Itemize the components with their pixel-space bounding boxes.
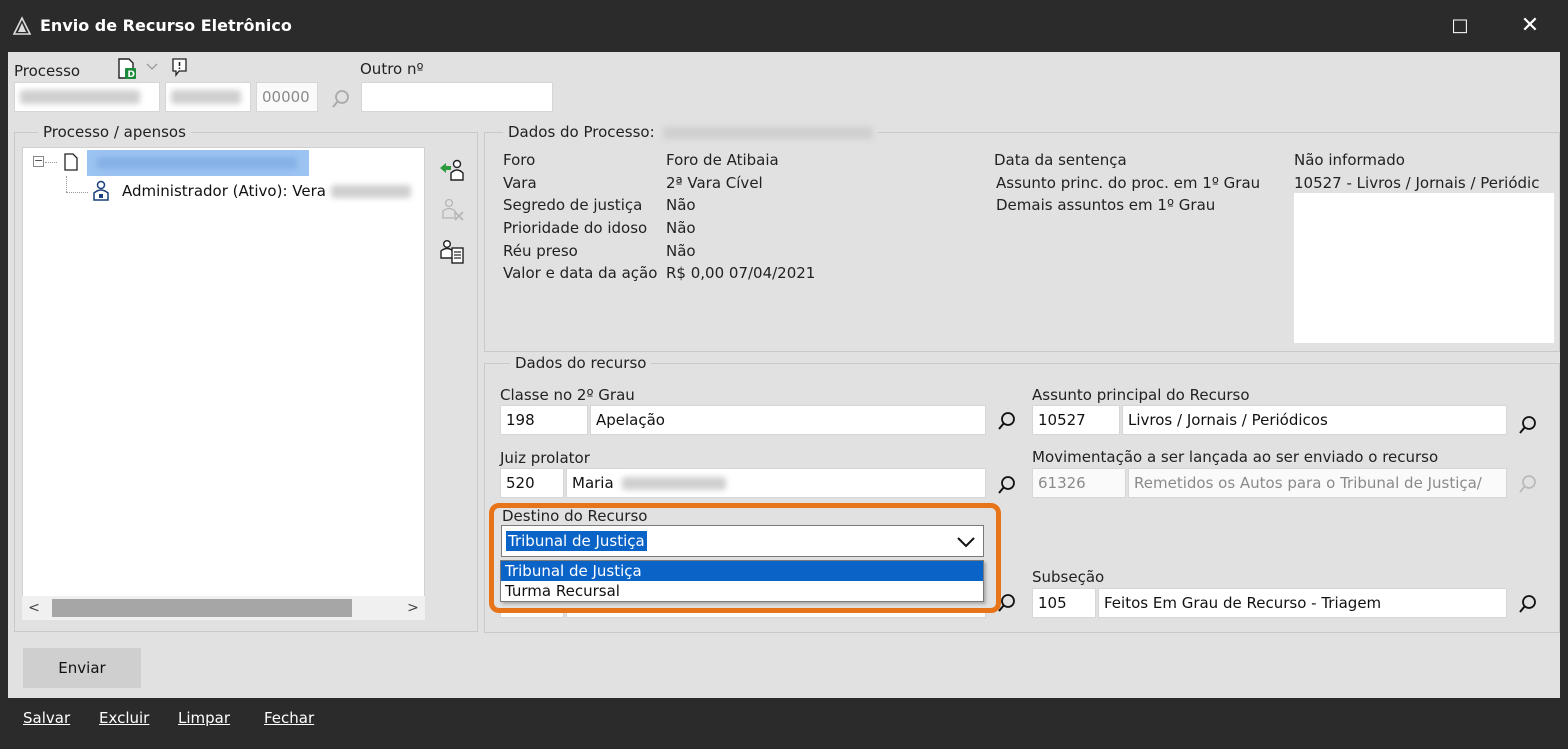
- data-sentenca-value: Não informado: [1294, 151, 1405, 169]
- excluir-button[interactable]: Excluir: [99, 709, 149, 727]
- assunto-recurso-label: Assunto principal do Recurso: [1032, 386, 1250, 404]
- reu-preso-label: Réu preso: [503, 242, 578, 260]
- data-sentenca-label: Data da sentença: [994, 151, 1127, 169]
- salvar-label: Salvar: [23, 709, 71, 727]
- demais-assuntos-label: Demais assuntos em 1º Grau: [996, 196, 1216, 214]
- subsecao-code-input[interactable]: 105: [1032, 588, 1096, 618]
- juiz-name-input[interactable]: Maria: [566, 468, 986, 498]
- prioridade-label: Prioridade do idoso: [503, 219, 648, 237]
- juiz-code-input[interactable]: 520: [500, 468, 564, 498]
- movimentacao-code-input: 61326: [1032, 468, 1126, 498]
- processo-apensos-title: Processo / apensos: [38, 123, 191, 141]
- movimentacao-label: Movimentação a ser lançada ao ser enviad…: [1032, 448, 1439, 466]
- outro-numero-label: Outro nº: [360, 60, 424, 78]
- segredo-value: Não: [666, 196, 696, 214]
- vara-value: 2ª Vara Cível: [666, 174, 763, 192]
- subsecao-name-input[interactable]: Feitos Em Grau de Recurso - Triagem: [1098, 588, 1507, 618]
- processo-label: Processo: [14, 62, 81, 80]
- tree-child-label: Administrador (Ativo): Vera: [122, 182, 326, 200]
- client-area: Processo D 00000 Outro nº Processo / ape…: [8, 52, 1560, 698]
- limpar-label: Limpar: [178, 709, 231, 727]
- classe-name-input[interactable]: Apelação: [590, 405, 986, 435]
- close-icon: ✕: [1520, 13, 1540, 38]
- scroll-thumb[interactable]: [52, 599, 352, 617]
- tree-horizontal-scrollbar[interactable]: < >: [22, 596, 425, 620]
- scroll-left-icon[interactable]: <: [24, 598, 44, 618]
- enviar-button[interactable]: Enviar: [23, 648, 141, 688]
- juiz-label: Juiz prolator: [500, 449, 590, 467]
- info-icon[interactable]: [171, 57, 189, 77]
- prioridade-value: Não: [666, 219, 696, 237]
- valor-label: Valor e data da ação: [503, 264, 658, 282]
- search-icon[interactable]: [996, 474, 1018, 496]
- person-icon: [93, 180, 109, 201]
- tree-item-administrador[interactable]: Administrador (Ativo): Vera: [122, 182, 411, 200]
- foro-label: Foro: [503, 151, 536, 169]
- close-button[interactable]: ✕: [1515, 12, 1545, 40]
- outro-numero-input[interactable]: [361, 82, 553, 112]
- segredo-label: Segredo de justiça: [503, 196, 643, 214]
- excluir-label: Excluir: [99, 709, 150, 727]
- subsecao-label: Subseção: [1032, 568, 1105, 586]
- process-tree[interactable]: − Administrador (Ativo): Vera: [22, 147, 425, 619]
- dados-processo-title-text: Dados do Processo:: [508, 123, 655, 141]
- window-title: Envio de Recurso Eletrônico: [40, 16, 292, 35]
- valor-value: R$ 0,00 07/04/2021: [666, 264, 816, 282]
- assunto-code-input[interactable]: 10527: [1032, 405, 1120, 435]
- fechar-label: Fechar: [264, 709, 315, 727]
- scroll-right-icon[interactable]: >: [403, 598, 423, 618]
- movimentacao-name-input: Remetidos os Autos para o Tribunal de Ju…: [1128, 468, 1507, 498]
- svg-text:D: D: [128, 70, 135, 80]
- title-bar: Envio de Recurso Eletrônico □ ✕: [0, 0, 1568, 52]
- demais-assuntos-list[interactable]: [1294, 193, 1554, 343]
- highlight-annotation: [489, 503, 1001, 613]
- salvar-button[interactable]: Salvar: [23, 709, 70, 727]
- assunto-1grau-label: Assunto princ. do proc. em 1º Grau: [996, 174, 1261, 192]
- processo-field-2[interactable]: [165, 82, 251, 112]
- maximize-button[interactable]: □: [1445, 12, 1475, 40]
- tree-item-processo[interactable]: [87, 150, 309, 176]
- search-icon[interactable]: [330, 88, 352, 110]
- bottom-menu-bar: Salvar Excluir Limpar Fechar: [8, 698, 1560, 740]
- dados-recurso-title: Dados do recurso: [510, 354, 652, 372]
- person-details-icon[interactable]: [438, 238, 466, 266]
- processo-field-1[interactable]: [14, 82, 160, 112]
- foro-value: Foro de Atibaia: [666, 151, 779, 169]
- classe-code-input[interactable]: 198: [500, 405, 588, 435]
- search-icon: [1519, 475, 1536, 493]
- remove-person-icon: [442, 198, 464, 221]
- vara-label: Vara: [503, 174, 537, 192]
- app-logo-icon: [12, 16, 32, 35]
- enviar-label: Enviar: [58, 659, 106, 677]
- limpar-button[interactable]: Limpar: [178, 709, 230, 727]
- reu-preso-value: Não: [666, 242, 696, 260]
- app-window: Envio de Recurso Eletrônico □ ✕ Processo…: [0, 0, 1568, 749]
- maximize-icon: □: [1451, 15, 1469, 36]
- dados-processo-title: Dados do Processo:: [503, 123, 879, 141]
- document-icon[interactable]: D: [116, 57, 138, 81]
- fechar-button[interactable]: Fechar: [264, 709, 314, 727]
- search-icon[interactable]: [1517, 593, 1539, 615]
- assunto-1grau-value: 10527 - Livros / Jornais / Periódic: [1294, 174, 1540, 192]
- search-icon[interactable]: [1517, 414, 1539, 436]
- add-person-icon[interactable]: [438, 156, 466, 184]
- assunto-name-input[interactable]: Livros / Jornais / Periódicos: [1122, 405, 1507, 435]
- document-icon: [64, 153, 78, 171]
- chevron-down-icon[interactable]: [146, 62, 158, 72]
- processo-field-3[interactable]: 00000: [256, 82, 318, 112]
- juiz-name-text: Maria: [572, 474, 614, 492]
- collapse-toggle[interactable]: −: [33, 155, 44, 167]
- search-icon[interactable]: [996, 410, 1018, 432]
- classe-label: Classe no 2º Grau: [500, 386, 635, 404]
